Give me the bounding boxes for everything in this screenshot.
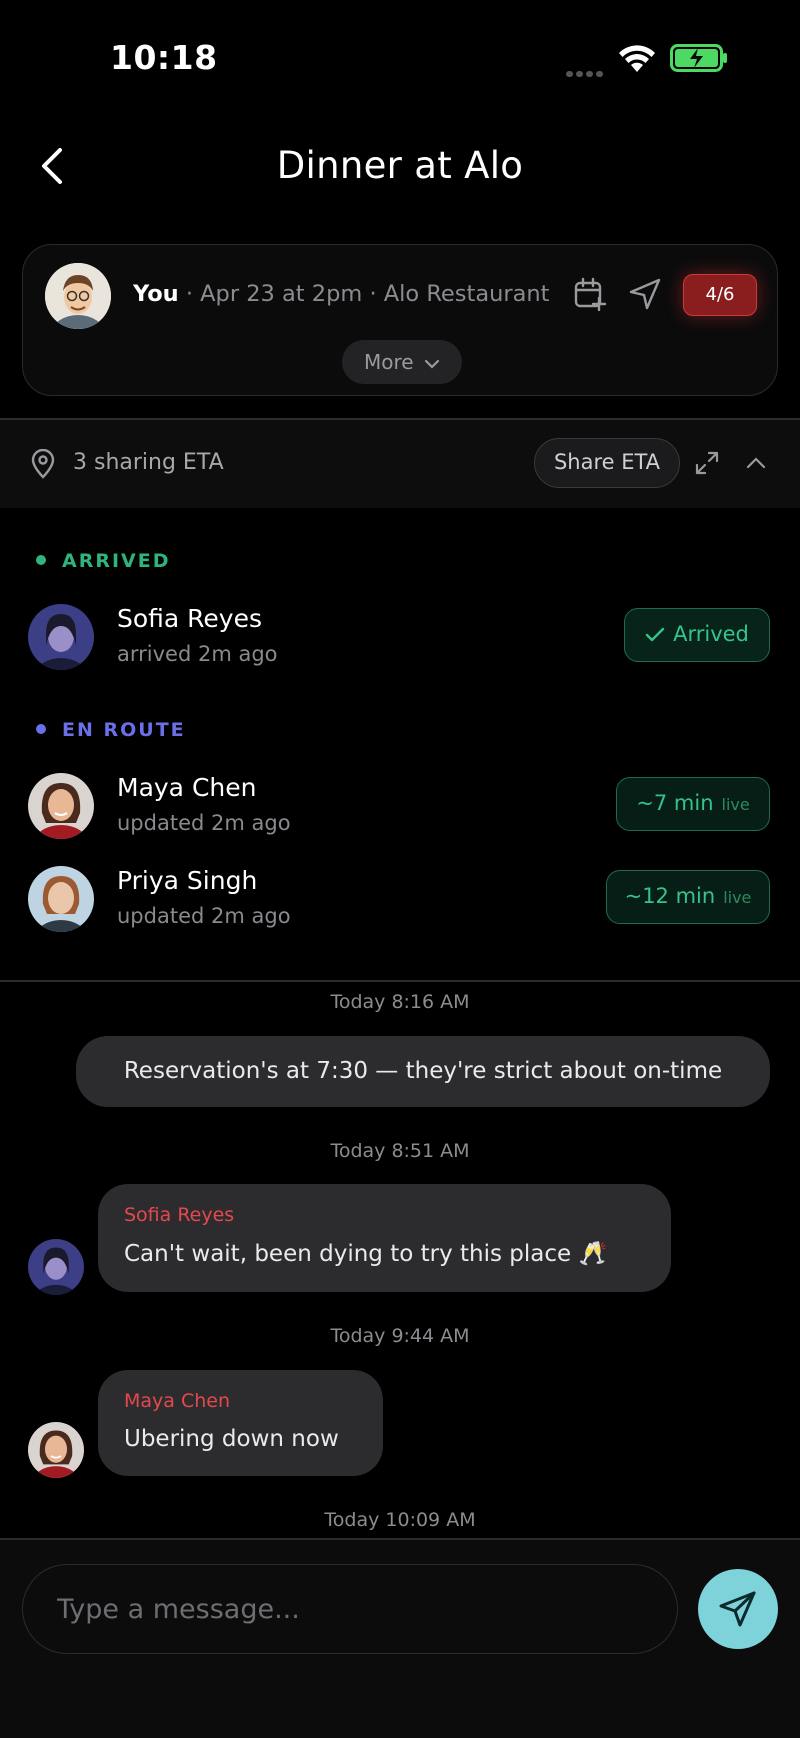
member-status-text: updated 2m ago <box>117 904 291 928</box>
checkmark-icon <box>645 627 665 642</box>
eta-sharing-bar: 3 sharing ETA Share ETA <box>0 420 800 508</box>
message-sender: Maya Chen <box>124 1390 231 1412</box>
message-timestamp: Today 10:09 AM <box>324 1509 476 1531</box>
attendee-count-badge[interactable]: 4/6 <box>683 274 757 316</box>
sender-avatar[interactable] <box>28 1239 84 1295</box>
battery-icon <box>670 44 727 72</box>
cellular-signal-icon <box>566 62 606 81</box>
sender-avatar[interactable] <box>28 1422 84 1478</box>
message-text: Can't wait, been dying to try this place… <box>124 1241 608 1267</box>
member-status-text: arrived 2m ago <box>117 642 278 666</box>
event-card: You · Apr 23 at 2pm · Alo Restaurant 4/6… <box>22 244 778 396</box>
section-en-route: EN ROUTE <box>36 719 186 741</box>
host-avatar[interactable] <box>45 263 111 329</box>
message-input-container <box>22 1564 678 1654</box>
message-timestamp: Today 9:44 AM <box>330 1325 470 1347</box>
avatar <box>28 866 94 932</box>
expand-icon[interactable] <box>694 450 720 476</box>
divider <box>0 980 800 982</box>
send-button[interactable] <box>698 1569 778 1649</box>
member-status-text: updated 2m ago <box>117 811 291 835</box>
event-host: You <box>133 281 179 307</box>
incoming-message-bubble[interactable]: Maya Chen Ubering down now <box>98 1370 383 1476</box>
incoming-message-bubble[interactable]: Sofia Reyes Can't wait, been dying to tr… <box>98 1184 671 1292</box>
member-row[interactable]: Maya Chen updated 2m ago ~7 min live <box>0 773 800 853</box>
location-pin-icon <box>31 449 55 479</box>
message-timestamp: Today 8:16 AM <box>330 991 470 1013</box>
eta-minutes: ~12 min <box>624 884 716 908</box>
send-icon <box>719 1591 756 1627</box>
outgoing-message-bubble[interactable]: Reservation's at 7:30 — they're strict a… <box>76 1036 770 1107</box>
eta-pill: ~12 min live <box>606 870 770 924</box>
message-text: Ubering down now <box>124 1426 339 1452</box>
chevron-up-icon[interactable] <box>745 452 767 474</box>
member-row[interactable]: Priya Singh updated 2m ago ~12 min live <box>0 866 800 946</box>
more-label: More <box>364 350 414 374</box>
message-sender: Sofia Reyes <box>124 1204 235 1226</box>
section-arrived: ARRIVED <box>36 550 171 572</box>
eta-pill: ~7 min live <box>616 777 770 831</box>
avatar <box>28 773 94 839</box>
status-time: 10:18 <box>110 38 218 77</box>
message-input[interactable] <box>57 1565 657 1653</box>
message-composer <box>0 1540 800 1738</box>
member-name: Sofia Reyes <box>117 604 263 633</box>
live-indicator: live <box>721 795 750 814</box>
event-meta: · Apr 23 at 2pm · Alo Restaurant <box>178 281 550 307</box>
arrived-status-pill: Arrived <box>624 608 770 662</box>
event-details: You · Apr 23 at 2pm · Alo Restaurant <box>133 281 550 307</box>
navigation-arrow-icon[interactable] <box>628 277 662 311</box>
more-button[interactable]: More <box>342 340 462 384</box>
member-row[interactable]: Sofia Reyes arrived 2m ago Arrived <box>0 604 800 684</box>
eta-minutes: ~7 min <box>636 791 714 815</box>
status-bar: 10:18 <box>0 0 800 110</box>
eta-sharing-count: 3 sharing ETA <box>73 450 224 475</box>
add-to-calendar-icon[interactable] <box>573 277 607 311</box>
share-eta-button[interactable]: Share ETA <box>534 438 680 488</box>
wifi-icon <box>619 45 655 72</box>
avatar <box>28 604 94 670</box>
member-name: Maya Chen <box>117 773 257 802</box>
page-title: Dinner at Alo <box>276 144 524 187</box>
member-name: Priya Singh <box>117 866 258 895</box>
live-indicator: live <box>723 888 752 907</box>
nav-header: Dinner at Alo <box>0 130 800 206</box>
chevron-down-icon <box>424 359 440 369</box>
message-timestamp: Today 8:51 AM <box>330 1140 470 1162</box>
